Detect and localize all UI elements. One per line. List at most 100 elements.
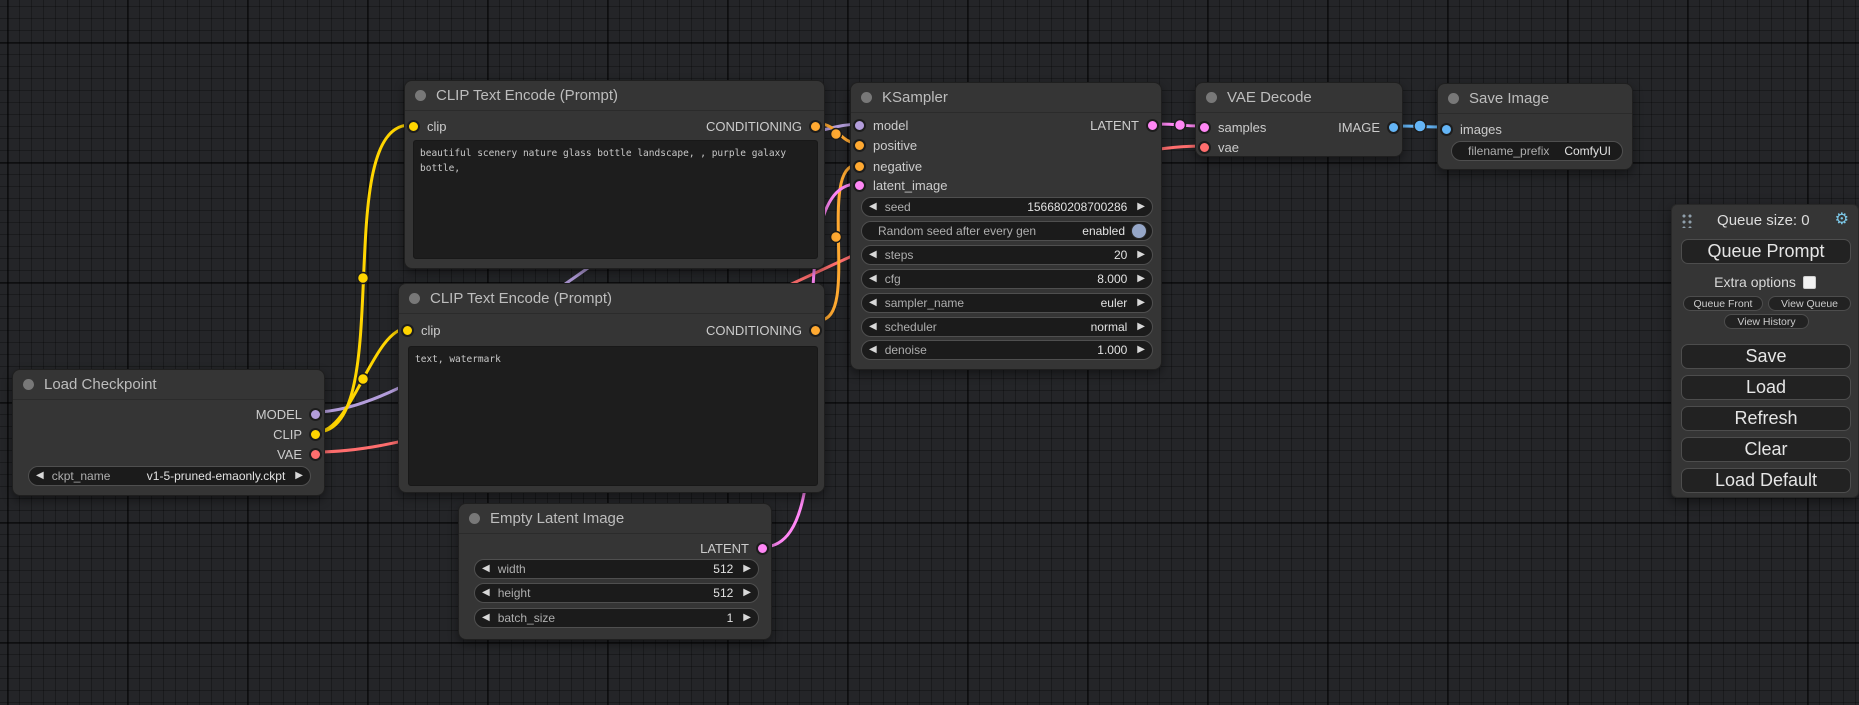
widget-label: sampler_name (885, 296, 964, 310)
node-load-checkpoint[interactable]: Load Checkpoint MODEL CLIP VAE ◀ ckpt_na… (12, 369, 325, 496)
prompt-text-area[interactable]: text, watermark (408, 346, 818, 486)
queue-prompt-button[interactable]: Queue Prompt (1681, 239, 1851, 264)
increment-arrow-icon[interactable]: ▶ (743, 613, 751, 623)
node-clip-text-encode-negative[interactable]: CLIP Text Encode (Prompt) clip CONDITION… (398, 283, 825, 493)
collapse-dot-icon[interactable] (415, 90, 426, 101)
node-title: CLIP Text Encode (Prompt) (436, 87, 618, 104)
increment-arrow-icon[interactable]: ▶ (1137, 250, 1145, 260)
input-label: clip (421, 323, 441, 338)
decrement-arrow-icon[interactable]: ◀ (869, 298, 877, 308)
decrement-arrow-icon[interactable]: ◀ (869, 250, 877, 260)
widget-label: batch_size (498, 611, 555, 625)
negative-input-port[interactable] (853, 160, 866, 173)
clip-input-port[interactable] (407, 120, 420, 133)
node-save-image[interactable]: Save Image images filename_prefix ComfyU… (1437, 83, 1633, 170)
node-header[interactable]: Load Checkpoint (13, 370, 324, 400)
sampler-name-widget[interactable]: ◀ sampler_name euler ▶ (861, 293, 1153, 313)
next-arrow-icon[interactable]: ▶ (295, 471, 303, 481)
node-graph-canvas[interactable]: CLIP Text Encode (Prompt) clip CONDITION… (0, 0, 1859, 705)
increment-arrow-icon[interactable]: ▶ (1137, 345, 1145, 355)
previous-arrow-icon[interactable]: ◀ (36, 471, 44, 481)
increment-arrow-icon[interactable]: ▶ (1137, 274, 1145, 284)
view-queue-button[interactable]: View Queue (1768, 296, 1851, 311)
view-history-button[interactable]: View History (1724, 314, 1809, 329)
conditioning-output-port[interactable] (809, 120, 822, 133)
collapse-dot-icon[interactable] (409, 293, 420, 304)
samples-input-port[interactable] (1198, 121, 1211, 134)
random-seed-toggle[interactable] (1131, 223, 1147, 239)
clip-input-port[interactable] (401, 324, 414, 337)
node-header[interactable]: Save Image (1438, 84, 1632, 114)
conditioning-output-port[interactable] (809, 324, 822, 337)
collapse-dot-icon[interactable] (1448, 93, 1459, 104)
node-vae-decode[interactable]: VAE Decode samples IMAGE vae (1195, 82, 1403, 157)
widget-label: filename_prefix (1468, 144, 1549, 158)
latent-output-port[interactable] (1146, 119, 1159, 132)
refresh-button[interactable]: Refresh (1681, 406, 1851, 431)
model-input-port[interactable] (853, 119, 866, 132)
queue-front-button[interactable]: Queue Front (1683, 296, 1763, 311)
node-header[interactable]: CLIP Text Encode (Prompt) (399, 284, 824, 314)
height-widget[interactable]: ◀ height 512 ▶ (474, 583, 759, 603)
clear-button[interactable]: Clear (1681, 437, 1851, 462)
load-default-button[interactable]: Load Default (1681, 468, 1851, 493)
settings-gear-icon[interactable]: ⚙ (1835, 212, 1849, 228)
widget-value: 8.000 (1097, 272, 1127, 286)
steps-widget[interactable]: ◀ steps 20 ▶ (861, 245, 1153, 265)
width-widget[interactable]: ◀ width 512 ▶ (474, 559, 759, 579)
increment-arrow-icon[interactable]: ▶ (1137, 202, 1145, 212)
increment-arrow-icon[interactable]: ▶ (743, 588, 751, 598)
collapse-dot-icon[interactable] (23, 379, 34, 390)
node-header[interactable]: VAE Decode (1196, 83, 1402, 113)
node-header[interactable]: KSampler (851, 83, 1161, 113)
positive-input-port[interactable] (853, 139, 866, 152)
link-midpoint-dot (831, 129, 842, 140)
collapse-dot-icon[interactable] (469, 513, 480, 524)
decrement-arrow-icon[interactable]: ◀ (869, 202, 877, 212)
random-seed-widget[interactable]: Random seed after every gen enabled (861, 221, 1153, 241)
scheduler-widget[interactable]: ◀ scheduler normal ▶ (861, 317, 1153, 337)
decrement-arrow-icon[interactable]: ◀ (869, 274, 877, 284)
vae-input-port[interactable] (1198, 141, 1211, 154)
ckpt-name-widget[interactable]: ◀ ckpt_name v1-5-pruned-emaonly.ckpt ▶ (28, 466, 311, 486)
output-label: CLIP (273, 427, 302, 442)
widget-value: euler (1101, 296, 1128, 310)
node-clip-text-encode-positive[interactable]: CLIP Text Encode (Prompt) clip CONDITION… (404, 80, 825, 269)
model-output-port[interactable] (309, 408, 322, 421)
cfg-widget[interactable]: ◀ cfg 8.000 ▶ (861, 269, 1153, 289)
node-header[interactable]: CLIP Text Encode (Prompt) (405, 81, 824, 111)
image-output-port[interactable] (1387, 121, 1400, 134)
increment-arrow-icon[interactable]: ▶ (1137, 322, 1145, 332)
widget-value: 1 (727, 611, 734, 625)
batch-size-widget[interactable]: ◀ batch_size 1 ▶ (474, 608, 759, 628)
node-ksampler[interactable]: KSampler model LATENT positive negative … (850, 82, 1162, 370)
widget-label: Random seed after every gen (878, 224, 1036, 238)
decrement-arrow-icon[interactable]: ◀ (869, 322, 877, 332)
decrement-arrow-icon[interactable]: ◀ (482, 564, 490, 574)
latent-output-port[interactable] (756, 542, 769, 555)
save-button[interactable]: Save (1681, 344, 1851, 369)
prompt-text-area[interactable]: beautiful scenery nature glass bottle la… (413, 140, 818, 259)
node-header[interactable]: Empty Latent Image (459, 504, 771, 534)
filename-prefix-widget[interactable]: filename_prefix ComfyUI (1451, 141, 1623, 161)
latent-image-input-port[interactable] (853, 179, 866, 192)
decrement-arrow-icon[interactable]: ◀ (869, 345, 877, 355)
widget-label: height (498, 586, 531, 600)
load-button[interactable]: Load (1681, 375, 1851, 400)
input-label: images (1460, 122, 1502, 137)
input-label: vae (1218, 140, 1239, 155)
collapse-dot-icon[interactable] (861, 92, 872, 103)
increment-arrow-icon[interactable]: ▶ (743, 564, 751, 574)
node-empty-latent-image[interactable]: Empty Latent Image LATENT ◀ width 512 ▶ … (458, 503, 772, 640)
collapse-dot-icon[interactable] (1206, 92, 1217, 103)
seed-widget[interactable]: ◀ seed 156680208700286 ▶ (861, 197, 1153, 217)
images-input-port[interactable] (1440, 123, 1453, 136)
decrement-arrow-icon[interactable]: ◀ (482, 613, 490, 623)
extra-options-checkbox[interactable] (1803, 276, 1816, 289)
drag-handle-icon[interactable] (1680, 212, 1692, 228)
increment-arrow-icon[interactable]: ▶ (1137, 298, 1145, 308)
vae-output-port[interactable] (309, 448, 322, 461)
decrement-arrow-icon[interactable]: ◀ (482, 588, 490, 598)
clip-output-port[interactable] (309, 428, 322, 441)
denoise-widget[interactable]: ◀ denoise 1.000 ▶ (861, 340, 1153, 360)
